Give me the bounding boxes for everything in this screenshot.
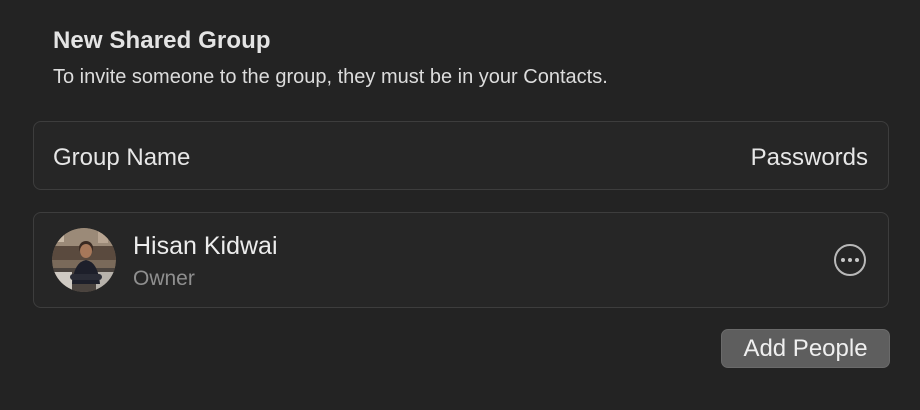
more-options-button[interactable]: [834, 244, 866, 276]
group-name-label: Group Name: [53, 144, 191, 171]
ellipsis-circle-icon: [841, 258, 859, 262]
member-name: Hisan Kidwai: [133, 232, 278, 260]
add-people-button[interactable]: Add People: [721, 329, 890, 368]
group-name-field[interactable]: Passwords: [751, 144, 868, 172]
avatar: [52, 228, 116, 292]
member-row: Hisan Kidwai Owner: [33, 212, 889, 308]
member-role: Owner: [133, 267, 195, 290]
page-subtitle: To invite someone to the group, they mus…: [53, 66, 608, 88]
group-name-row: Group Name Passwords: [33, 121, 889, 190]
page-title: New Shared Group: [53, 27, 271, 54]
new-shared-group-sheet: New Shared Group To invite someone to th…: [0, 0, 920, 410]
person-photo-icon: [52, 228, 116, 292]
